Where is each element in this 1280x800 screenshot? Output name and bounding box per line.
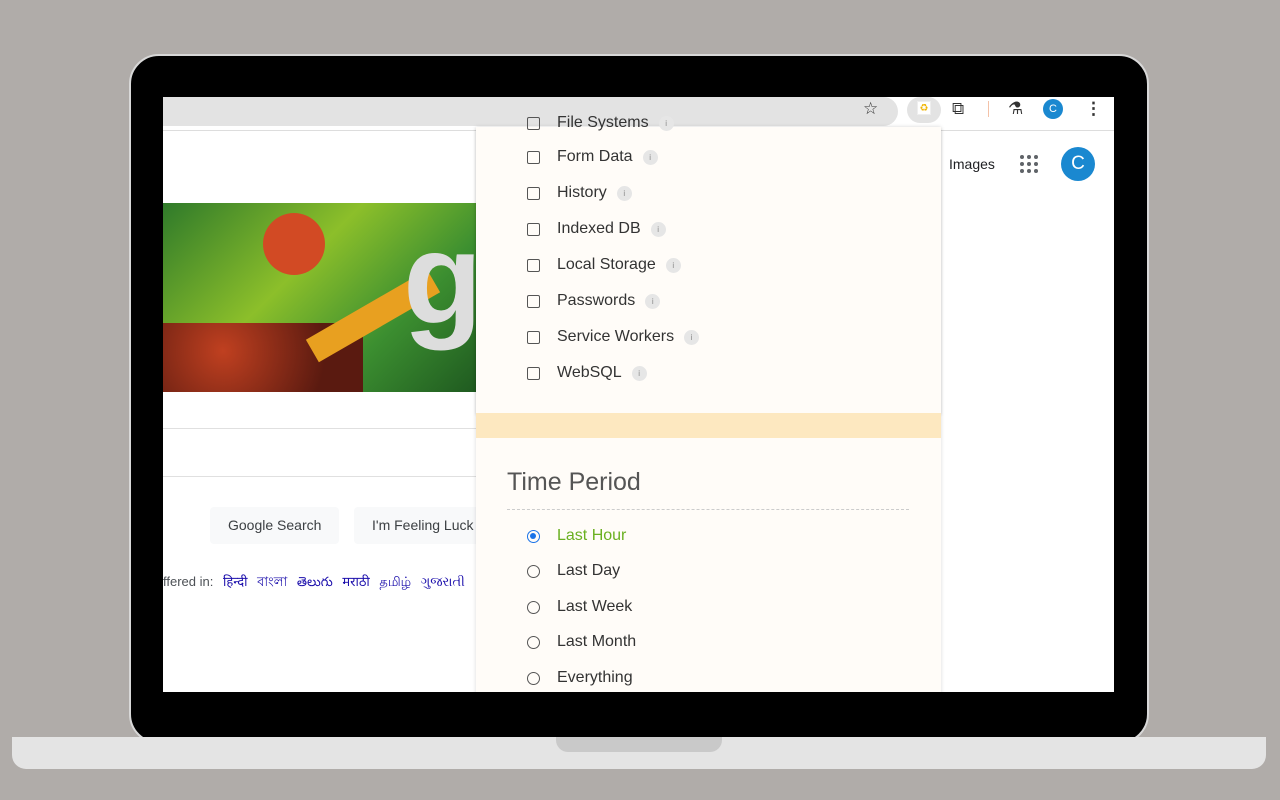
extension-popup: File Systems i Form Data i History i Indexe… [476,114,941,692]
divider [507,509,909,510]
divider [988,101,989,117]
browser-window: ☆ ♻ ⧉ ⚗ C ⋮ Images C g Google Search I'm… [163,97,1114,692]
extension-cleaner-button[interactable]: ♻ [907,97,941,123]
apps-grid-icon[interactable] [1020,155,1038,173]
data-types-card: File Systems i Form Data i History i Indexe… [476,114,941,413]
language-link[interactable]: தமிழ் [379,574,411,589]
checkbox-file-systems[interactable]: File Systems i [527,113,674,133]
labs-flask-icon[interactable]: ⚗ [1008,99,1023,119]
time-period-card: Time Period Last Hour Last Day Last Week… [476,438,941,692]
google-doodle-cricket[interactable]: g [163,203,476,392]
info-icon[interactable]: i [642,149,658,165]
info-icon[interactable]: i [645,293,661,309]
info-icon[interactable]: i [658,115,674,131]
checkbox-local-storage[interactable]: Local Storage i [527,255,681,275]
language-link[interactable]: తెలుగు [297,574,333,589]
info-icon[interactable]: i [616,185,632,201]
menu-kebab-icon[interactable]: ⋮ [1085,99,1102,119]
feeling-lucky-button[interactable]: I'm Feeling Luck [354,507,492,544]
laptop-notch [556,737,722,752]
info-icon[interactable]: i [631,365,647,381]
radio-last-day[interactable]: Last Day [527,561,620,581]
languages-offered: ffered in: हिन्दी বাংলা తెలుగు मराठी தமி… [163,572,465,594]
checkbox-service-workers[interactable]: Service Workers i [527,327,700,347]
language-link[interactable]: বাংলা [257,574,287,589]
offered-in-label: ffered in: [163,574,214,589]
checkbox-passwords[interactable]: Passwords i [527,291,661,311]
extensions-puzzle-icon[interactable]: ⧉ [952,99,964,119]
recycle-icon: ♻ [917,101,931,115]
radio-everything[interactable]: Everything [527,668,633,688]
info-icon[interactable]: i [665,257,681,273]
google-search-button[interactable]: Google Search [210,507,340,544]
search-box-top [163,428,476,429]
section-divider-band [476,413,941,438]
language-link[interactable]: मराठी [342,574,369,589]
checkbox-history[interactable]: History i [527,183,632,203]
google-account-avatar[interactable]: C [1061,147,1095,181]
radio-last-week[interactable]: Last Week [527,597,632,617]
profile-avatar[interactable]: C [1043,99,1063,119]
info-icon[interactable]: i [650,221,666,237]
checkbox-indexed-db[interactable]: Indexed DB i [527,219,666,239]
search-box-bottom[interactable] [163,476,476,477]
checkbox-form-data[interactable]: Form Data i [527,147,658,167]
checkbox-websql[interactable]: WebSQL i [527,363,647,383]
language-link[interactable]: हिन्दी [223,574,248,589]
images-link[interactable]: Images [949,156,995,172]
bookmark-star-icon[interactable]: ☆ [863,99,878,119]
time-period-title: Time Period [507,468,641,496]
info-icon[interactable]: i [684,329,700,345]
radio-last-hour[interactable]: Last Hour [527,526,626,546]
language-link[interactable]: ગુજરાતી [421,574,465,589]
radio-last-month[interactable]: Last Month [527,632,636,652]
